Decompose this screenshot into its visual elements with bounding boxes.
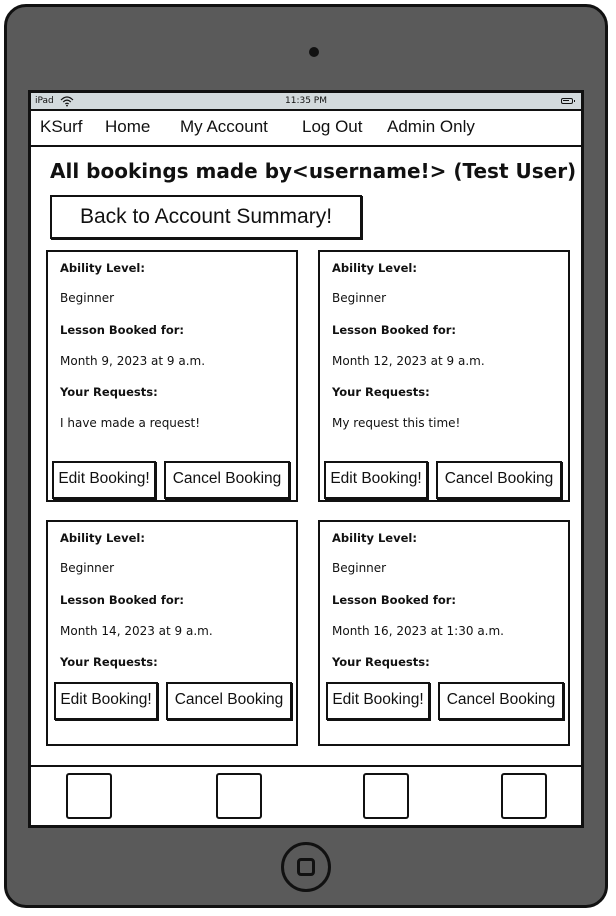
lesson-booked-label: Lesson Booked for: xyxy=(60,323,185,337)
cancel-booking-button[interactable]: Cancel Booking xyxy=(438,682,564,720)
edit-booking-button[interactable]: Edit Booking! xyxy=(52,461,156,499)
booking-card-4: Ability Level: Beginner Lesson Booked fo… xyxy=(318,520,570,746)
ability-level-label: Ability Level: xyxy=(60,531,145,545)
tab-slot-3[interactable] xyxy=(363,773,409,819)
requests-label: Your Requests: xyxy=(60,385,158,399)
ability-level-label: Ability Level: xyxy=(332,261,417,275)
lesson-date-value: Month 12, 2023 at 9 a.m. xyxy=(332,354,485,368)
edit-booking-button[interactable]: Edit Booking! xyxy=(326,682,430,720)
requests-label: Your Requests: xyxy=(332,655,430,669)
cancel-booking-button[interactable]: Cancel Booking xyxy=(164,461,290,499)
request-value: My request this time! xyxy=(332,416,461,430)
battery-icon xyxy=(561,98,575,104)
lesson-booked-label: Lesson Booked for: xyxy=(60,593,185,607)
nav-item-log-out[interactable]: Log Out xyxy=(302,117,363,137)
top-nav: KSurf Home My Account Log Out Admin Only xyxy=(31,111,581,147)
booking-card-2: Ability Level: Beginner Lesson Booked fo… xyxy=(318,250,570,502)
ability-level-value: Beginner xyxy=(332,561,387,575)
edit-booking-button[interactable]: Edit Booking! xyxy=(54,682,158,720)
nav-item-my-account[interactable]: My Account xyxy=(180,117,268,137)
nav-brand-ksurf[interactable]: KSurf xyxy=(40,117,83,137)
booking-card-1: Ability Level: Beginner Lesson Booked fo… xyxy=(46,250,298,502)
lesson-date-value: Month 16, 2023 at 1:30 a.m. xyxy=(332,624,504,638)
page-title: All bookings made by<username!> (Test Us… xyxy=(50,159,577,183)
ability-level-value: Beginner xyxy=(60,291,115,305)
lesson-date-value: Month 9, 2023 at 9 a.m. xyxy=(60,354,206,368)
home-button[interactable] xyxy=(281,842,331,892)
lesson-booked-label: Lesson Booked for: xyxy=(332,593,457,607)
status-bar: iPad 11:35 PM xyxy=(31,93,581,111)
lesson-date-value: Month 14, 2023 at 9 a.m. xyxy=(60,624,213,638)
booking-card-3: Ability Level: Beginner Lesson Booked fo… xyxy=(46,520,298,746)
bottom-tab-bar xyxy=(31,765,581,825)
cancel-booking-button[interactable]: Cancel Booking xyxy=(166,682,292,720)
home-square-icon xyxy=(297,858,315,876)
device-screen: iPad 11:35 PM KSurf Home My Account Log … xyxy=(28,90,584,828)
cancel-booking-button[interactable]: Cancel Booking xyxy=(436,461,562,499)
ability-level-value: Beginner xyxy=(332,291,387,305)
back-to-account-summary-button[interactable]: Back to Account Summary! xyxy=(50,195,362,239)
status-time: 11:35 PM xyxy=(285,96,327,106)
ability-level-label: Ability Level: xyxy=(60,261,145,275)
lesson-booked-label: Lesson Booked for: xyxy=(332,323,457,337)
requests-label: Your Requests: xyxy=(60,655,158,669)
tab-slot-4[interactable] xyxy=(501,773,547,819)
ability-level-label: Ability Level: xyxy=(332,531,417,545)
ability-level-value: Beginner xyxy=(60,561,115,575)
camera-dot xyxy=(309,47,319,57)
nav-item-admin-only[interactable]: Admin Only xyxy=(387,117,475,137)
requests-label: Your Requests: xyxy=(332,385,430,399)
tab-slot-2[interactable] xyxy=(216,773,262,819)
nav-item-home[interactable]: Home xyxy=(105,117,150,137)
tab-slot-1[interactable] xyxy=(66,773,112,819)
edit-booking-button[interactable]: Edit Booking! xyxy=(324,461,428,499)
request-value: I have made a request! xyxy=(60,416,201,430)
